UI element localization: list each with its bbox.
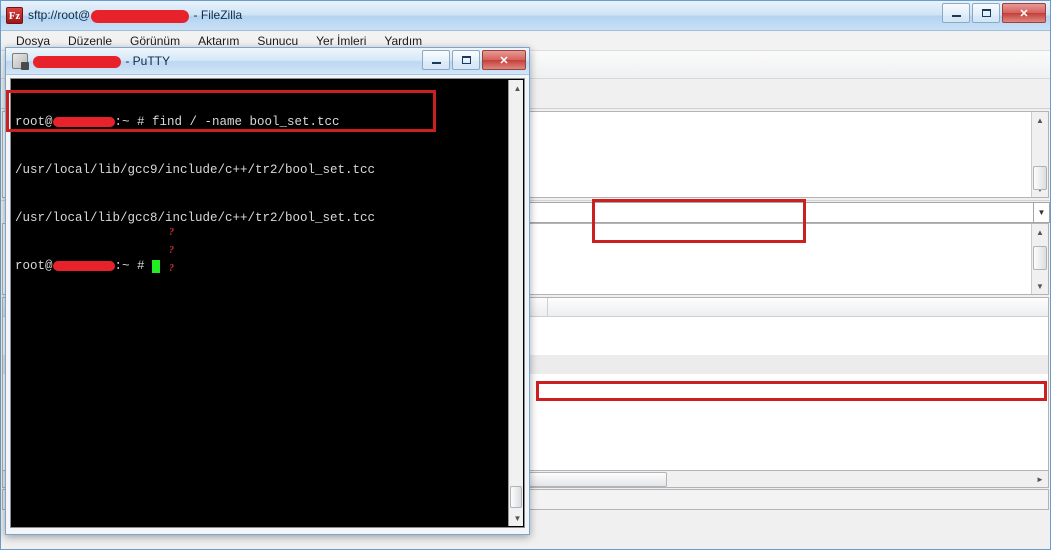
log-scroll-track[interactable]	[1032, 128, 1049, 190]
redaction-bar-host	[33, 55, 121, 68]
putty-maximize-button[interactable]	[452, 50, 480, 70]
putty-window: - PuTTY ✕ root@:~ # find / -name bool_se…	[5, 47, 530, 535]
terminal-line-result-2: /usr/local/lib/gcc8/include/c++/tr2/bool…	[15, 211, 376, 225]
tree-vertical-scrollbar[interactable]: ▲ ▼	[1031, 224, 1048, 294]
putty-scroll-up-arrow[interactable]: ▲	[509, 80, 524, 96]
terminal-cursor	[152, 260, 161, 273]
close-button[interactable]: ✕	[1002, 3, 1046, 23]
putty-close-button[interactable]: ✕	[482, 50, 526, 70]
putty-vertical-scrollbar[interactable]: ▲ ▼	[508, 80, 523, 526]
redaction-bar-host	[91, 9, 190, 23]
tree-scroll-track[interactable]	[1032, 240, 1049, 278]
maximize-button[interactable]	[972, 3, 1000, 23]
putty-app-icon	[12, 53, 29, 70]
filezilla-window-controls[interactable]: ✕	[942, 3, 1046, 23]
putty-scroll-down-arrow[interactable]: ▼	[509, 510, 524, 526]
minimize-button[interactable]	[942, 3, 970, 23]
remote-site-dropdown-icon[interactable]: ▼	[1033, 201, 1050, 223]
filezilla-app-icon: Fz	[6, 7, 23, 24]
filezilla-titlebar[interactable]: Fz sftp://root@ - FileZilla ✕	[1, 1, 1050, 31]
log-scroll-up-arrow[interactable]: ▲	[1032, 112, 1049, 128]
redaction-bar-host	[52, 260, 115, 271]
filezilla-title: sftp://root@ - FileZilla	[28, 8, 243, 23]
tree-scroll-down-arrow[interactable]: ▼	[1032, 278, 1049, 294]
putty-title-suffix: - PuTTY	[122, 54, 171, 68]
log-vertical-scrollbar[interactable]: ▲ ▼	[1031, 112, 1048, 197]
tree-scroll-up-arrow[interactable]: ▲	[1032, 224, 1049, 240]
filezilla-title-prefix: sftp://root@	[28, 8, 91, 23]
putty-scroll-track[interactable]	[509, 96, 524, 510]
tree-scroll-thumb[interactable]	[1032, 246, 1047, 270]
putty-minimize-button[interactable]	[422, 50, 450, 70]
putty-scroll-thumb[interactable]	[510, 486, 522, 508]
log-scroll-thumb[interactable]	[1032, 166, 1047, 190]
terminal-line-result-1: /usr/local/lib/gcc9/include/c++/tr2/bool…	[15, 163, 376, 177]
putty-title: - PuTTY	[32, 54, 170, 68]
hscroll-right-arrow[interactable]: ►	[1032, 472, 1048, 487]
terminal-line-command: root@:~ # find / -name bool_set.tcc	[15, 115, 340, 129]
redaction-bar-host	[52, 116, 115, 127]
terminal-output: root@:~ # find / -name bool_set.tcc /usr…	[15, 82, 504, 306]
putty-window-controls[interactable]: ✕	[422, 50, 526, 70]
putty-titlebar[interactable]: - PuTTY ✕	[6, 48, 529, 75]
filezilla-title-suffix: - FileZilla	[190, 8, 243, 23]
putty-terminal[interactable]: root@:~ # find / -name bool_set.tcc /usr…	[10, 78, 525, 528]
terminal-line-prompt: root@:~ #	[15, 258, 504, 274]
